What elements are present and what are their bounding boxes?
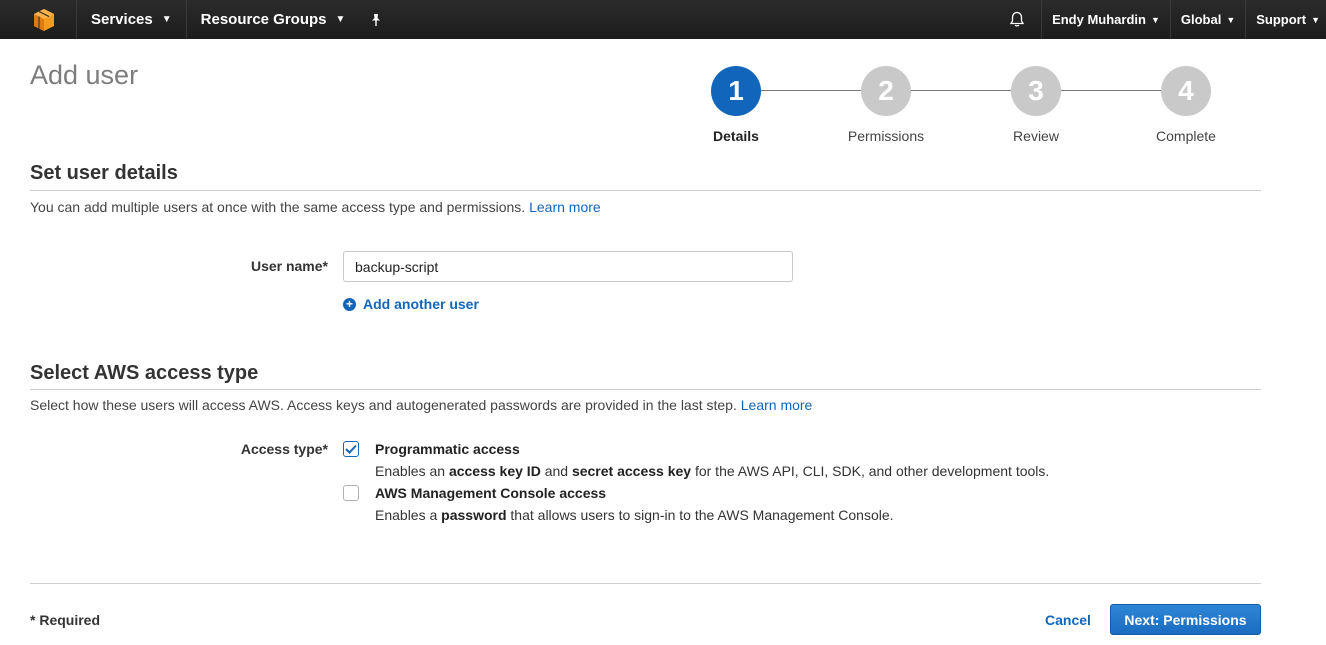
user-name-label: User name* <box>250 258 328 274</box>
console-access-title: AWS Management Console access <box>375 485 607 501</box>
section-divider <box>30 190 1261 191</box>
top-navigation-bar: Services ▼ Resource Groups ▼ Endy Muhard… <box>0 0 1326 39</box>
chevron-down-icon: ▼ <box>1226 14 1236 25</box>
chevron-down-icon: ▼ <box>1311 14 1320 25</box>
desc-strong: secret access key <box>571 463 692 479</box>
learn-more-link[interactable]: Learn more <box>529 199 601 215</box>
chevron-down-icon: ▼ <box>335 14 346 25</box>
wizard-step-review: 3 Review <box>986 66 1086 144</box>
chevron-down-icon: ▼ <box>1150 14 1160 25</box>
support-label: Support <box>1256 12 1307 27</box>
desc-text: that allows users to sign-in to the AWS … <box>506 507 894 523</box>
section-title-access-type: Select AWS access type <box>30 362 259 384</box>
nav-right-group: Endy Muhardin ▼ Global ▼ Support ▼ <box>993 0 1326 39</box>
account-menu[interactable]: Endy Muhardin ▼ <box>1042 0 1170 39</box>
wizard-step-details: 1 Details <box>686 66 786 144</box>
pin-icon[interactable] <box>359 0 393 39</box>
services-label: Services <box>91 11 153 28</box>
step-number: 2 <box>861 66 911 116</box>
desc-strong: password <box>441 507 507 523</box>
access-type-label: Access type* <box>240 441 328 457</box>
section-divider <box>30 389 1261 390</box>
desc-text: and <box>540 463 572 479</box>
step-number: 4 <box>1161 66 1211 116</box>
learn-more-link[interactable]: Learn more <box>741 397 813 413</box>
description-text: Select how these users will access AWS. … <box>30 397 737 413</box>
step-label: Complete <box>1156 128 1216 144</box>
programmatic-access-checkbox[interactable] <box>343 441 359 457</box>
user-details-description: You can add multiple users at once with … <box>30 199 601 215</box>
step-number: 3 <box>1011 66 1061 116</box>
plus-circle-icon: + <box>343 297 356 311</box>
required-note: * Required <box>30 612 101 628</box>
desc-text: for the AWS API, CLI, SDK, and other dev… <box>691 463 1050 479</box>
cancel-button[interactable]: Cancel <box>1045 612 1091 628</box>
wizard-step-complete: 4 Complete <box>1136 66 1236 144</box>
desc-text: Enables a <box>375 507 442 523</box>
section-title-user-details: Set user details <box>30 162 178 184</box>
add-another-user-label: Add another user <box>363 296 479 312</box>
wizard-connector-line <box>735 90 1185 91</box>
checkmark-icon <box>345 444 357 454</box>
step-label: Permissions <box>847 128 925 144</box>
region-menu[interactable]: Global ▼ <box>1171 0 1245 39</box>
description-text: You can add multiple users at once with … <box>30 199 526 215</box>
programmatic-access-description: Enables an access key ID and secret acce… <box>375 463 1049 479</box>
desc-strong: access key ID <box>448 463 541 479</box>
aws-cube-icon[interactable] <box>26 0 62 39</box>
resource-groups-menu[interactable]: Resource Groups ▼ <box>187 0 360 39</box>
console-access-checkbox[interactable] <box>343 485 359 501</box>
services-menu[interactable]: Services ▼ <box>77 0 186 39</box>
page-title: Add user <box>30 60 139 90</box>
step-label: Review <box>1013 128 1059 144</box>
footer-divider <box>30 583 1261 584</box>
add-another-user-button[interactable]: + Add another user <box>343 296 479 312</box>
console-access-description: Enables a password that allows users to … <box>375 507 894 523</box>
chevron-down-icon: ▼ <box>161 14 172 25</box>
account-name: Endy Muhardin <box>1052 12 1146 27</box>
user-name-input[interactable] <box>343 251 793 282</box>
region-label: Global <box>1180 12 1222 27</box>
desc-text: Enables an <box>375 463 449 479</box>
step-number: 1 <box>711 66 761 116</box>
step-label: Details <box>713 128 759 144</box>
support-menu[interactable]: Support ▼ <box>1246 0 1326 39</box>
bell-icon[interactable] <box>993 0 1041 39</box>
programmatic-access-title: Programmatic access <box>375 441 520 457</box>
next-permissions-button[interactable]: Next: Permissions <box>1110 604 1261 635</box>
wizard-step-permissions: 2 Permissions <box>836 66 936 144</box>
access-type-description: Select how these users will access AWS. … <box>30 397 812 413</box>
resource-groups-label: Resource Groups <box>200 11 327 28</box>
wizard-progress: 1 Details 2 Permissions 3 Review 4 Compl… <box>690 66 1250 156</box>
